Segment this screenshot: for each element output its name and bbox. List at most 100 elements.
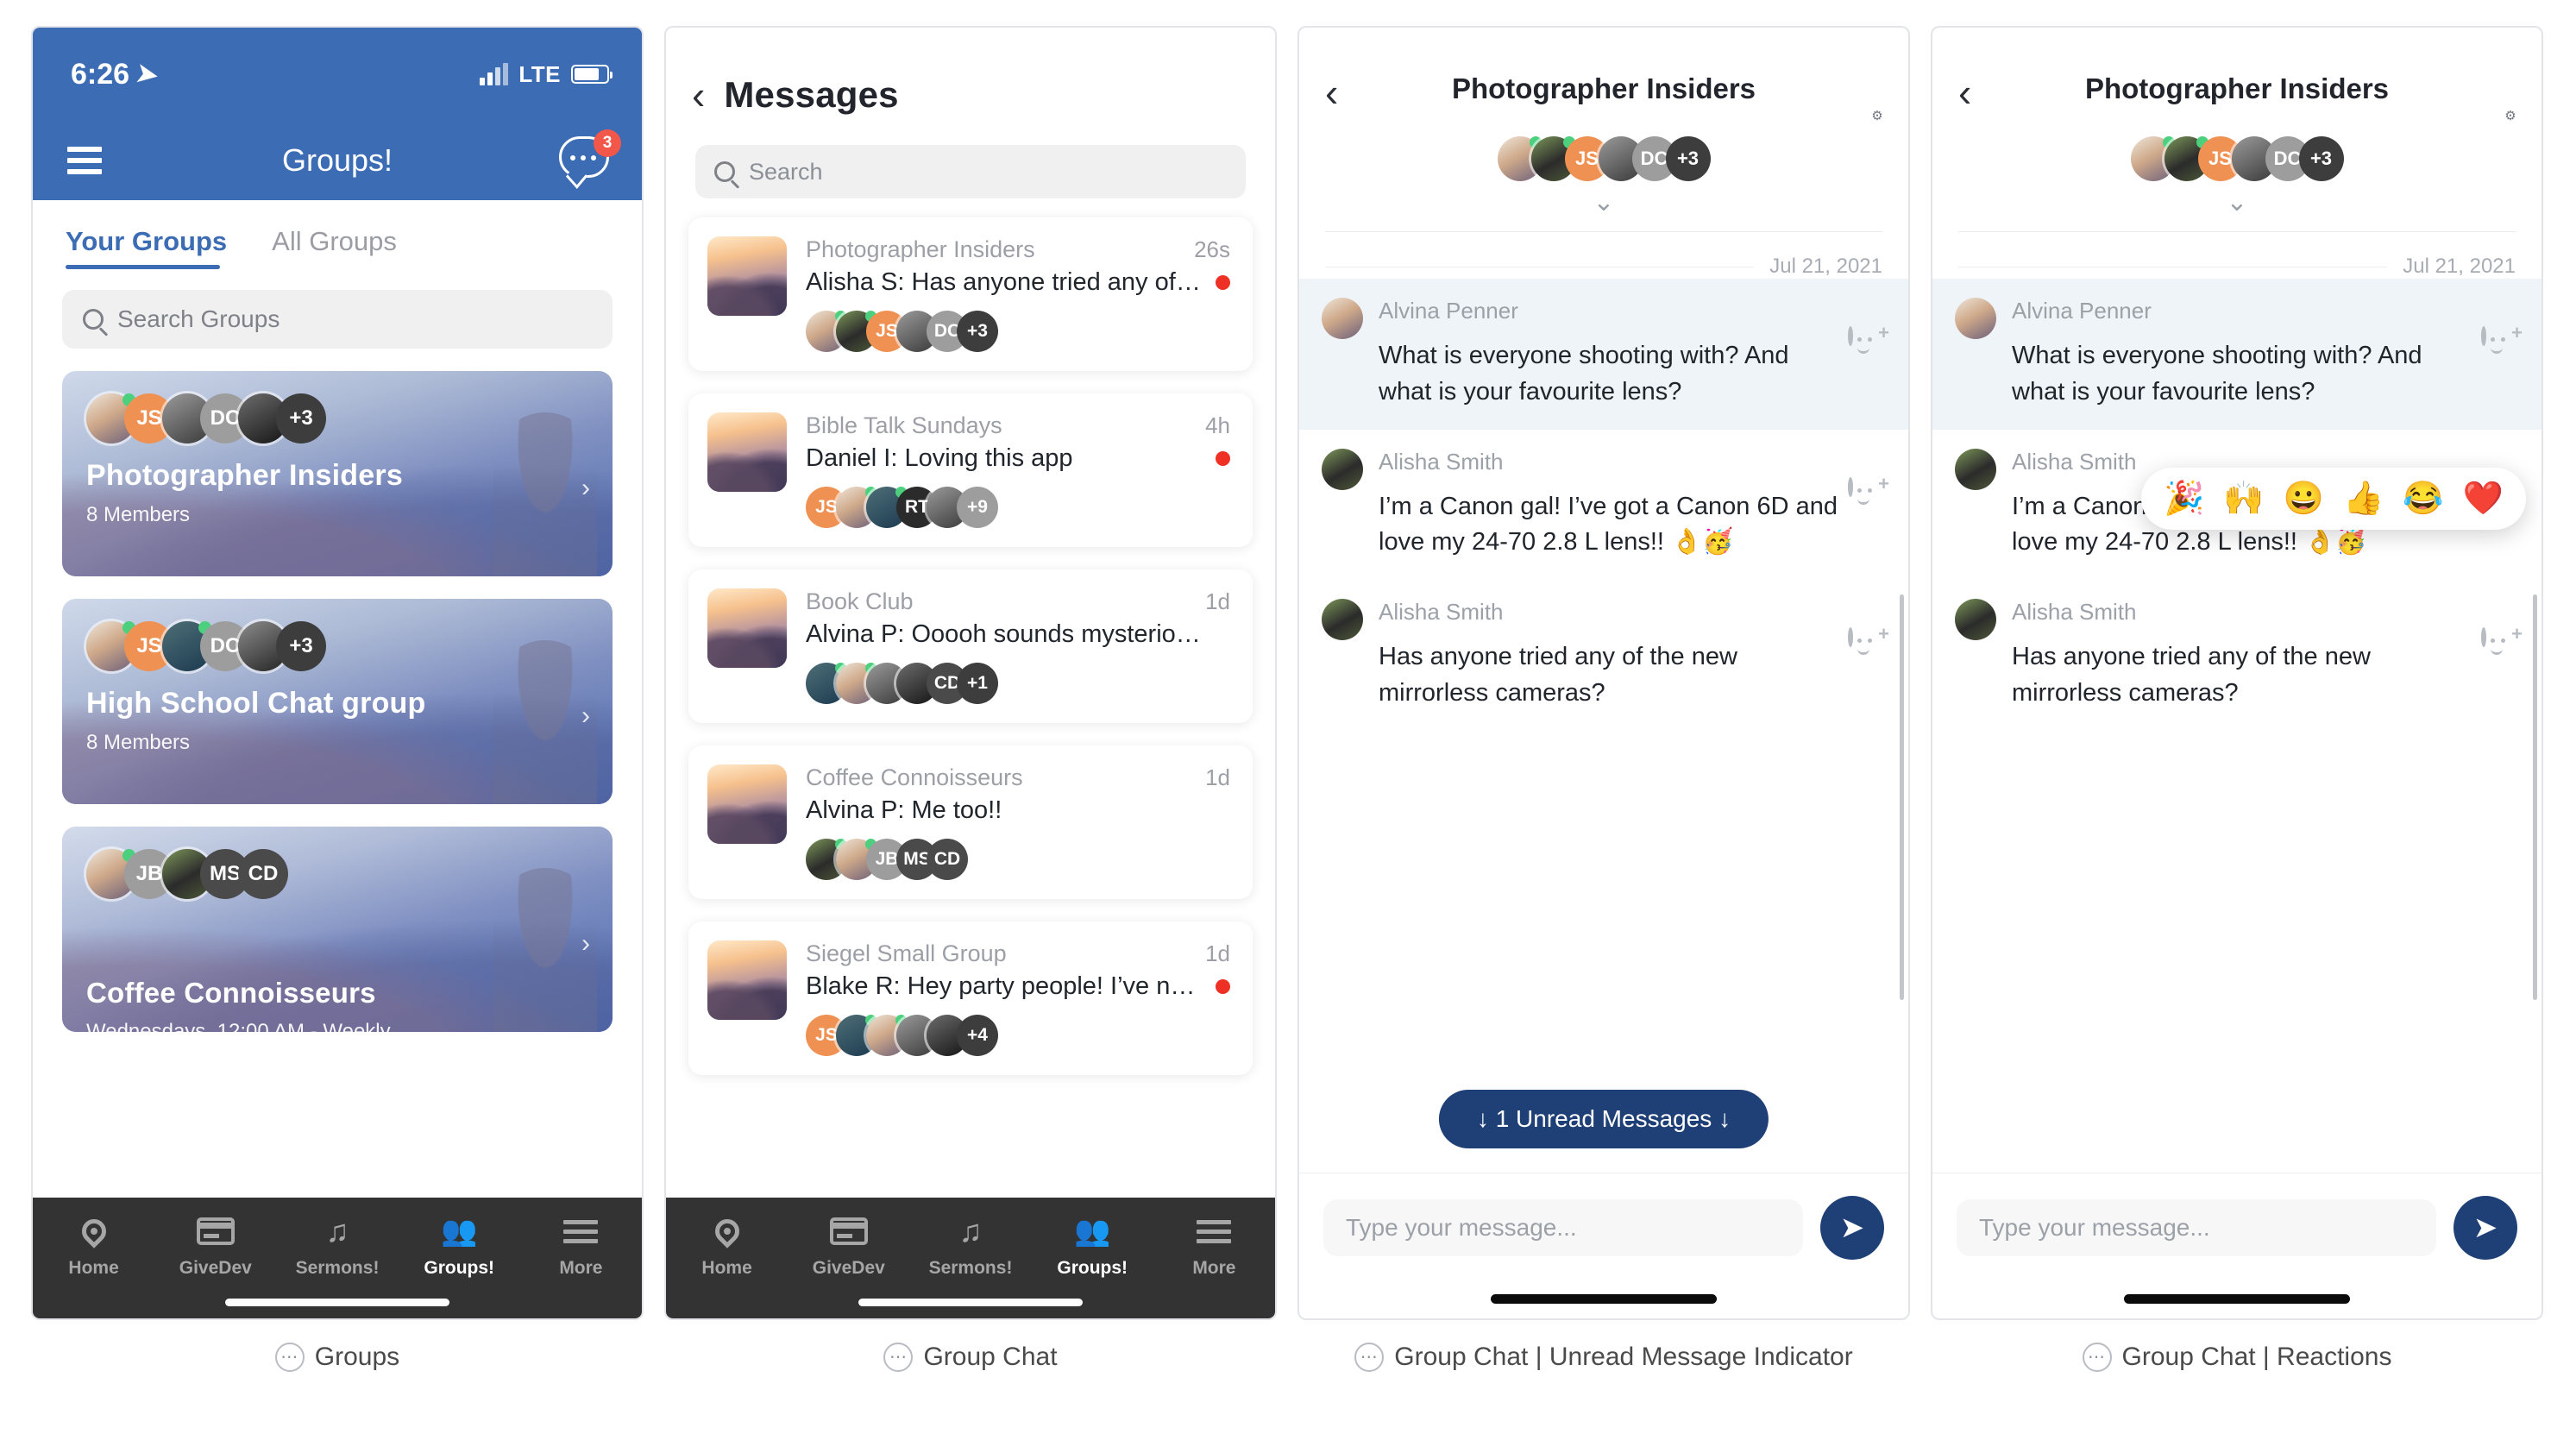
reaction-raised-hands-icon[interactable]: 🙌 bbox=[2223, 480, 2264, 518]
send-button[interactable]: ➤ bbox=[1820, 1196, 1884, 1260]
expand-members-chevron-icon[interactable]: ⌄ bbox=[1958, 190, 2516, 216]
tab-more[interactable]: More bbox=[520, 1213, 642, 1279]
message-input[interactable]: Type your message... bbox=[1323, 1199, 1803, 1256]
reaction-picker[interactable]: 🎉 🙌 😀 👍 😂 ❤️ bbox=[2141, 467, 2526, 530]
search-icon bbox=[714, 161, 735, 182]
people-icon: 👥 bbox=[1074, 1215, 1111, 1248]
group-settings-button[interactable]: ⚙ bbox=[2462, 72, 2519, 124]
conversation-group-name: Book Club bbox=[806, 588, 914, 614]
message-composer: Type your message... ➤ bbox=[1299, 1173, 1908, 1279]
scrollbar[interactable] bbox=[2533, 594, 2537, 1000]
caption-dots-icon: ⋯ bbox=[883, 1343, 914, 1372]
tab-groups[interactable]: 👥 Groups! bbox=[399, 1213, 520, 1279]
back-chevron-icon[interactable]: ‹ bbox=[692, 75, 705, 115]
conversation-preview: Daniel I: Loving this app bbox=[806, 444, 1073, 472]
group-card[interactable]: › JS DC +3 Photographer Insiders 8 Membe… bbox=[62, 371, 613, 576]
message-input-placeholder: Type your message... bbox=[1979, 1214, 2210, 1241]
smiley-icon bbox=[2481, 627, 2486, 647]
unread-badge: 3 bbox=[594, 129, 621, 157]
tab-givedev[interactable]: GiveDev bbox=[154, 1213, 276, 1279]
location-pin-icon bbox=[76, 1213, 111, 1249]
message-sender: Alisha Smith bbox=[2012, 599, 2137, 625]
tab-groups[interactable]: 👥 Groups! bbox=[1032, 1213, 1153, 1279]
page-title: Messages bbox=[724, 74, 899, 115]
avatar-overflow: +3 bbox=[276, 621, 326, 671]
nav-bar: Groups! 3 bbox=[33, 121, 642, 200]
send-button[interactable]: ➤ bbox=[2453, 1196, 2517, 1260]
group-tabs: Your Groups All Groups bbox=[33, 200, 642, 269]
reaction-grin-icon[interactable]: 😀 bbox=[2284, 480, 2324, 518]
message-input[interactable]: Type your message... bbox=[1957, 1199, 2436, 1256]
date-label: Jul 21, 2021 bbox=[1769, 255, 1882, 278]
tab-givedev[interactable]: GiveDev bbox=[788, 1213, 909, 1279]
search-groups-input[interactable]: Search Groups bbox=[62, 290, 613, 349]
tab-label: Groups! bbox=[1057, 1258, 1128, 1278]
expand-members-chevron-icon[interactable]: ⌄ bbox=[1325, 190, 1882, 216]
member-avatars: JS DC +3 bbox=[1958, 136, 2516, 181]
add-reaction-button[interactable]: + bbox=[1848, 324, 1889, 367]
conversation-group-name: Bible Talk Sundays bbox=[806, 412, 1002, 438]
group-settings-button[interactable]: ⚙ bbox=[1829, 72, 1886, 124]
unread-messages-button[interactable]: ↓ 1 Unread Messages ↓ bbox=[1438, 1090, 1769, 1148]
menu-hamburger-icon[interactable] bbox=[67, 147, 102, 174]
member-avatars: JS DC +3 bbox=[86, 621, 588, 671]
list-item[interactable]: Bible Talk Sundays 4h Daniel I: Loving t… bbox=[688, 393, 1253, 547]
chat-title: Photographer Insiders bbox=[1451, 72, 1756, 104]
location-arrow-icon: ➤ bbox=[134, 58, 160, 91]
conversation-thumbnail bbox=[707, 236, 787, 316]
reaction-heart-icon[interactable]: ❤️ bbox=[2463, 480, 2504, 518]
search-input[interactable]: Search bbox=[695, 145, 1246, 198]
member-avatars: JS +4 bbox=[806, 1015, 1230, 1056]
groups-card-list: › JS DC +3 Photographer Insiders 8 Membe… bbox=[33, 349, 642, 1198]
add-reaction-button[interactable]: + bbox=[2481, 324, 2523, 367]
message-sender: Alisha Smith bbox=[1379, 599, 1504, 625]
add-reaction-button[interactable]: + bbox=[2481, 625, 2523, 668]
tab-all-groups[interactable]: All Groups bbox=[272, 226, 397, 269]
tab-sermons[interactable]: ♫ Sermons! bbox=[909, 1213, 1031, 1279]
list-item[interactable]: Siegel Small Group 1d Blake R: Hey party… bbox=[688, 921, 1253, 1075]
group-card[interactable]: › JB MS CD Coffee Connoisseurs Wednesday… bbox=[62, 827, 613, 1032]
bottom-tab-bar: Home GiveDev ♫ Sermons! 👥 Groups! More bbox=[666, 1198, 1275, 1318]
plus-icon: + bbox=[1878, 322, 1889, 343]
messages-header: ‹ Messages bbox=[666, 28, 1275, 116]
caption-label: Groups bbox=[314, 1343, 400, 1371]
reaction-thumbs-up-icon[interactable]: 👍 bbox=[2343, 480, 2384, 518]
tab-label: Groups! bbox=[424, 1258, 495, 1278]
messages-button[interactable]: 3 bbox=[559, 129, 621, 185]
conversation-preview: Alvina P: Ooooh sounds mysterious!… bbox=[806, 620, 1202, 648]
conversation-thumbnail bbox=[707, 764, 787, 844]
search-groups-placeholder: Search Groups bbox=[117, 305, 280, 332]
plus-icon: + bbox=[2511, 623, 2523, 645]
tab-your-groups[interactable]: Your Groups bbox=[66, 226, 227, 269]
reaction-joy-icon[interactable]: 😂 bbox=[2403, 480, 2443, 518]
reaction-party-popper-icon[interactable]: 🎉 bbox=[2164, 480, 2204, 518]
screenshot-stage: 6:26 ➤ LTE Groups! 3 Your Groups All Gro… bbox=[0, 0, 2576, 1434]
member-avatars: JS DC +3 bbox=[806, 311, 1230, 352]
group-name: Coffee Connoisseurs bbox=[86, 977, 376, 1009]
list-item[interactable]: Book Club 1d Alvina P: Ooooh sounds myst… bbox=[688, 569, 1253, 723]
plus-icon: + bbox=[1878, 472, 1889, 494]
tab-more[interactable]: More bbox=[1153, 1213, 1275, 1279]
conversation-time: 1d bbox=[1205, 764, 1230, 790]
add-reaction-button[interactable]: + bbox=[1848, 474, 1889, 518]
conversation-preview: Blake R: Hey party people! I’ve nev… bbox=[806, 972, 1202, 1000]
member-avatars: JS DC +3 bbox=[86, 393, 588, 443]
message-sender: Alvina Penner bbox=[2012, 298, 2152, 324]
tab-sermons[interactable]: ♫ Sermons! bbox=[276, 1213, 398, 1279]
group-members: 8 Members bbox=[86, 731, 191, 755]
message-text: Has anyone tried any of the new mirrorle… bbox=[1379, 643, 1737, 707]
credit-card-icon bbox=[829, 1213, 868, 1249]
chat-message: Alvina Penner What is everyone shooting … bbox=[1932, 279, 2541, 430]
add-reaction-button[interactable]: + bbox=[1848, 625, 1889, 668]
message-text: What is everyone shooting with? And what… bbox=[2012, 342, 2422, 406]
chat-message-scroll: Jul 21, 2021 Alvina Penner What is every… bbox=[1299, 232, 1908, 1173]
music-note-icon: ♫ bbox=[325, 1213, 349, 1248]
list-item[interactable]: Photographer Insiders 26s Alisha S: Has … bbox=[688, 217, 1253, 371]
panel-caption: ⋯ Group Chat bbox=[883, 1343, 1058, 1372]
send-paper-plane-icon: ➤ bbox=[1839, 1211, 1865, 1244]
tab-home[interactable]: Home bbox=[33, 1213, 154, 1279]
tab-home[interactable]: Home bbox=[666, 1213, 788, 1279]
list-item[interactable]: Coffee Connoisseurs 1d Alvina P: Me too!… bbox=[688, 745, 1253, 899]
scrollbar[interactable] bbox=[1900, 594, 1904, 1000]
group-card[interactable]: › JS DC +3 High School Chat group 8 Memb… bbox=[62, 599, 613, 804]
